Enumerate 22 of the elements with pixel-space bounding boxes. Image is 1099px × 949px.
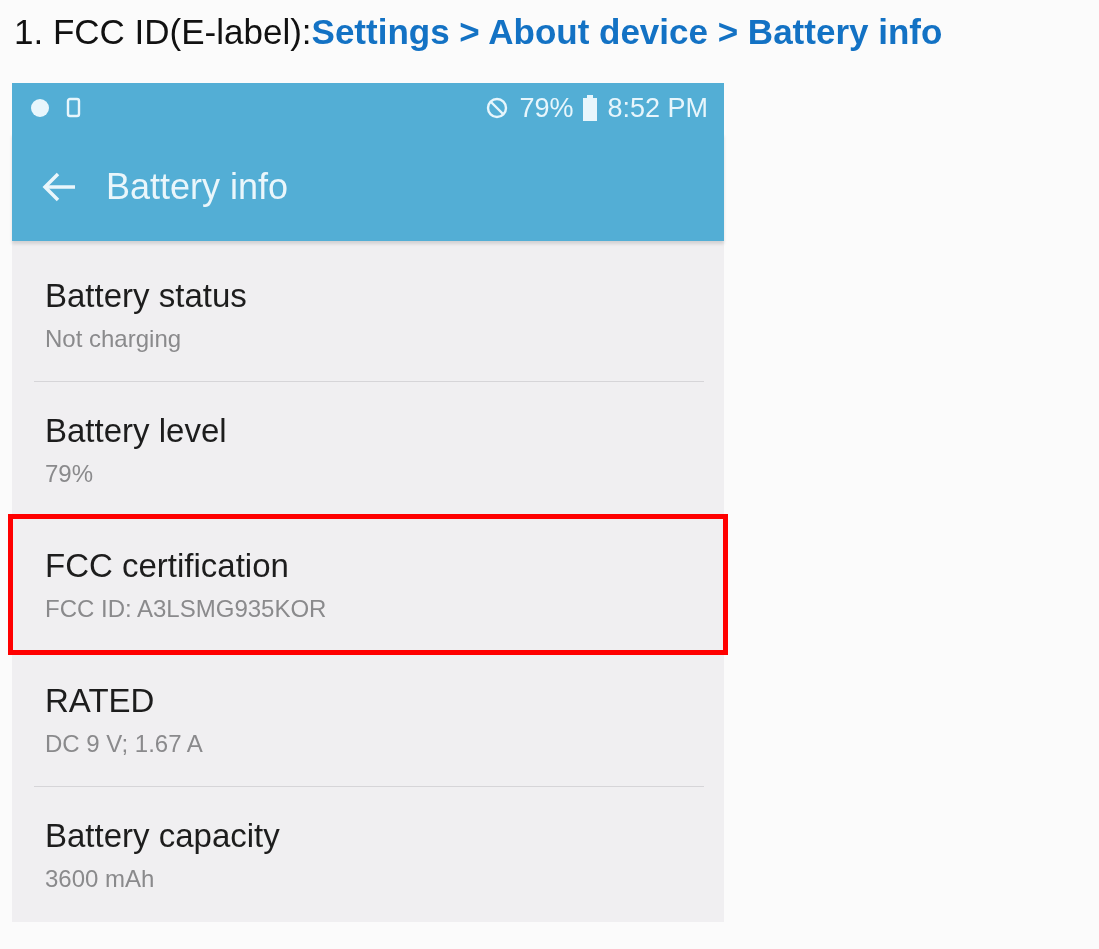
block-icon	[485, 96, 510, 120]
settings-item[interactable]: FCC certification FCC ID: A3LSMG935KOR	[12, 517, 724, 652]
clock: 8:52 PM	[607, 92, 708, 124]
item-title: Battery level	[45, 411, 228, 450]
item-value: FCC ID: A3LSMG935KOR	[45, 594, 328, 623]
settings-item[interactable]: RATED DC 9 V; 1.67 A	[12, 652, 724, 787]
item-value: DC 9 V; 1.67 A	[45, 729, 204, 758]
settings-item[interactable]: Battery status Not charging	[12, 247, 724, 382]
battery-percent: 79%	[519, 92, 574, 124]
item-value: 3600 mAh	[45, 864, 156, 893]
item-title: Battery status	[45, 276, 248, 315]
settings-path: Settings > About device > Battery info	[311, 12, 943, 52]
item-title: FCC certification	[45, 546, 290, 585]
item-value: 79%	[45, 459, 95, 488]
screen-title: Battery info	[106, 166, 289, 208]
item-title: Battery capacity	[45, 816, 281, 855]
battery-icon	[583, 95, 598, 121]
item-title: RATED	[45, 681, 156, 720]
settings-item[interactable]: Battery level 79%	[12, 382, 724, 517]
item-value: Not charging	[45, 324, 183, 353]
settings-item[interactable]: Battery capacity 3600 mAh	[12, 787, 724, 922]
caption-text: 1. FCC ID(E-label):	[14, 12, 312, 52]
